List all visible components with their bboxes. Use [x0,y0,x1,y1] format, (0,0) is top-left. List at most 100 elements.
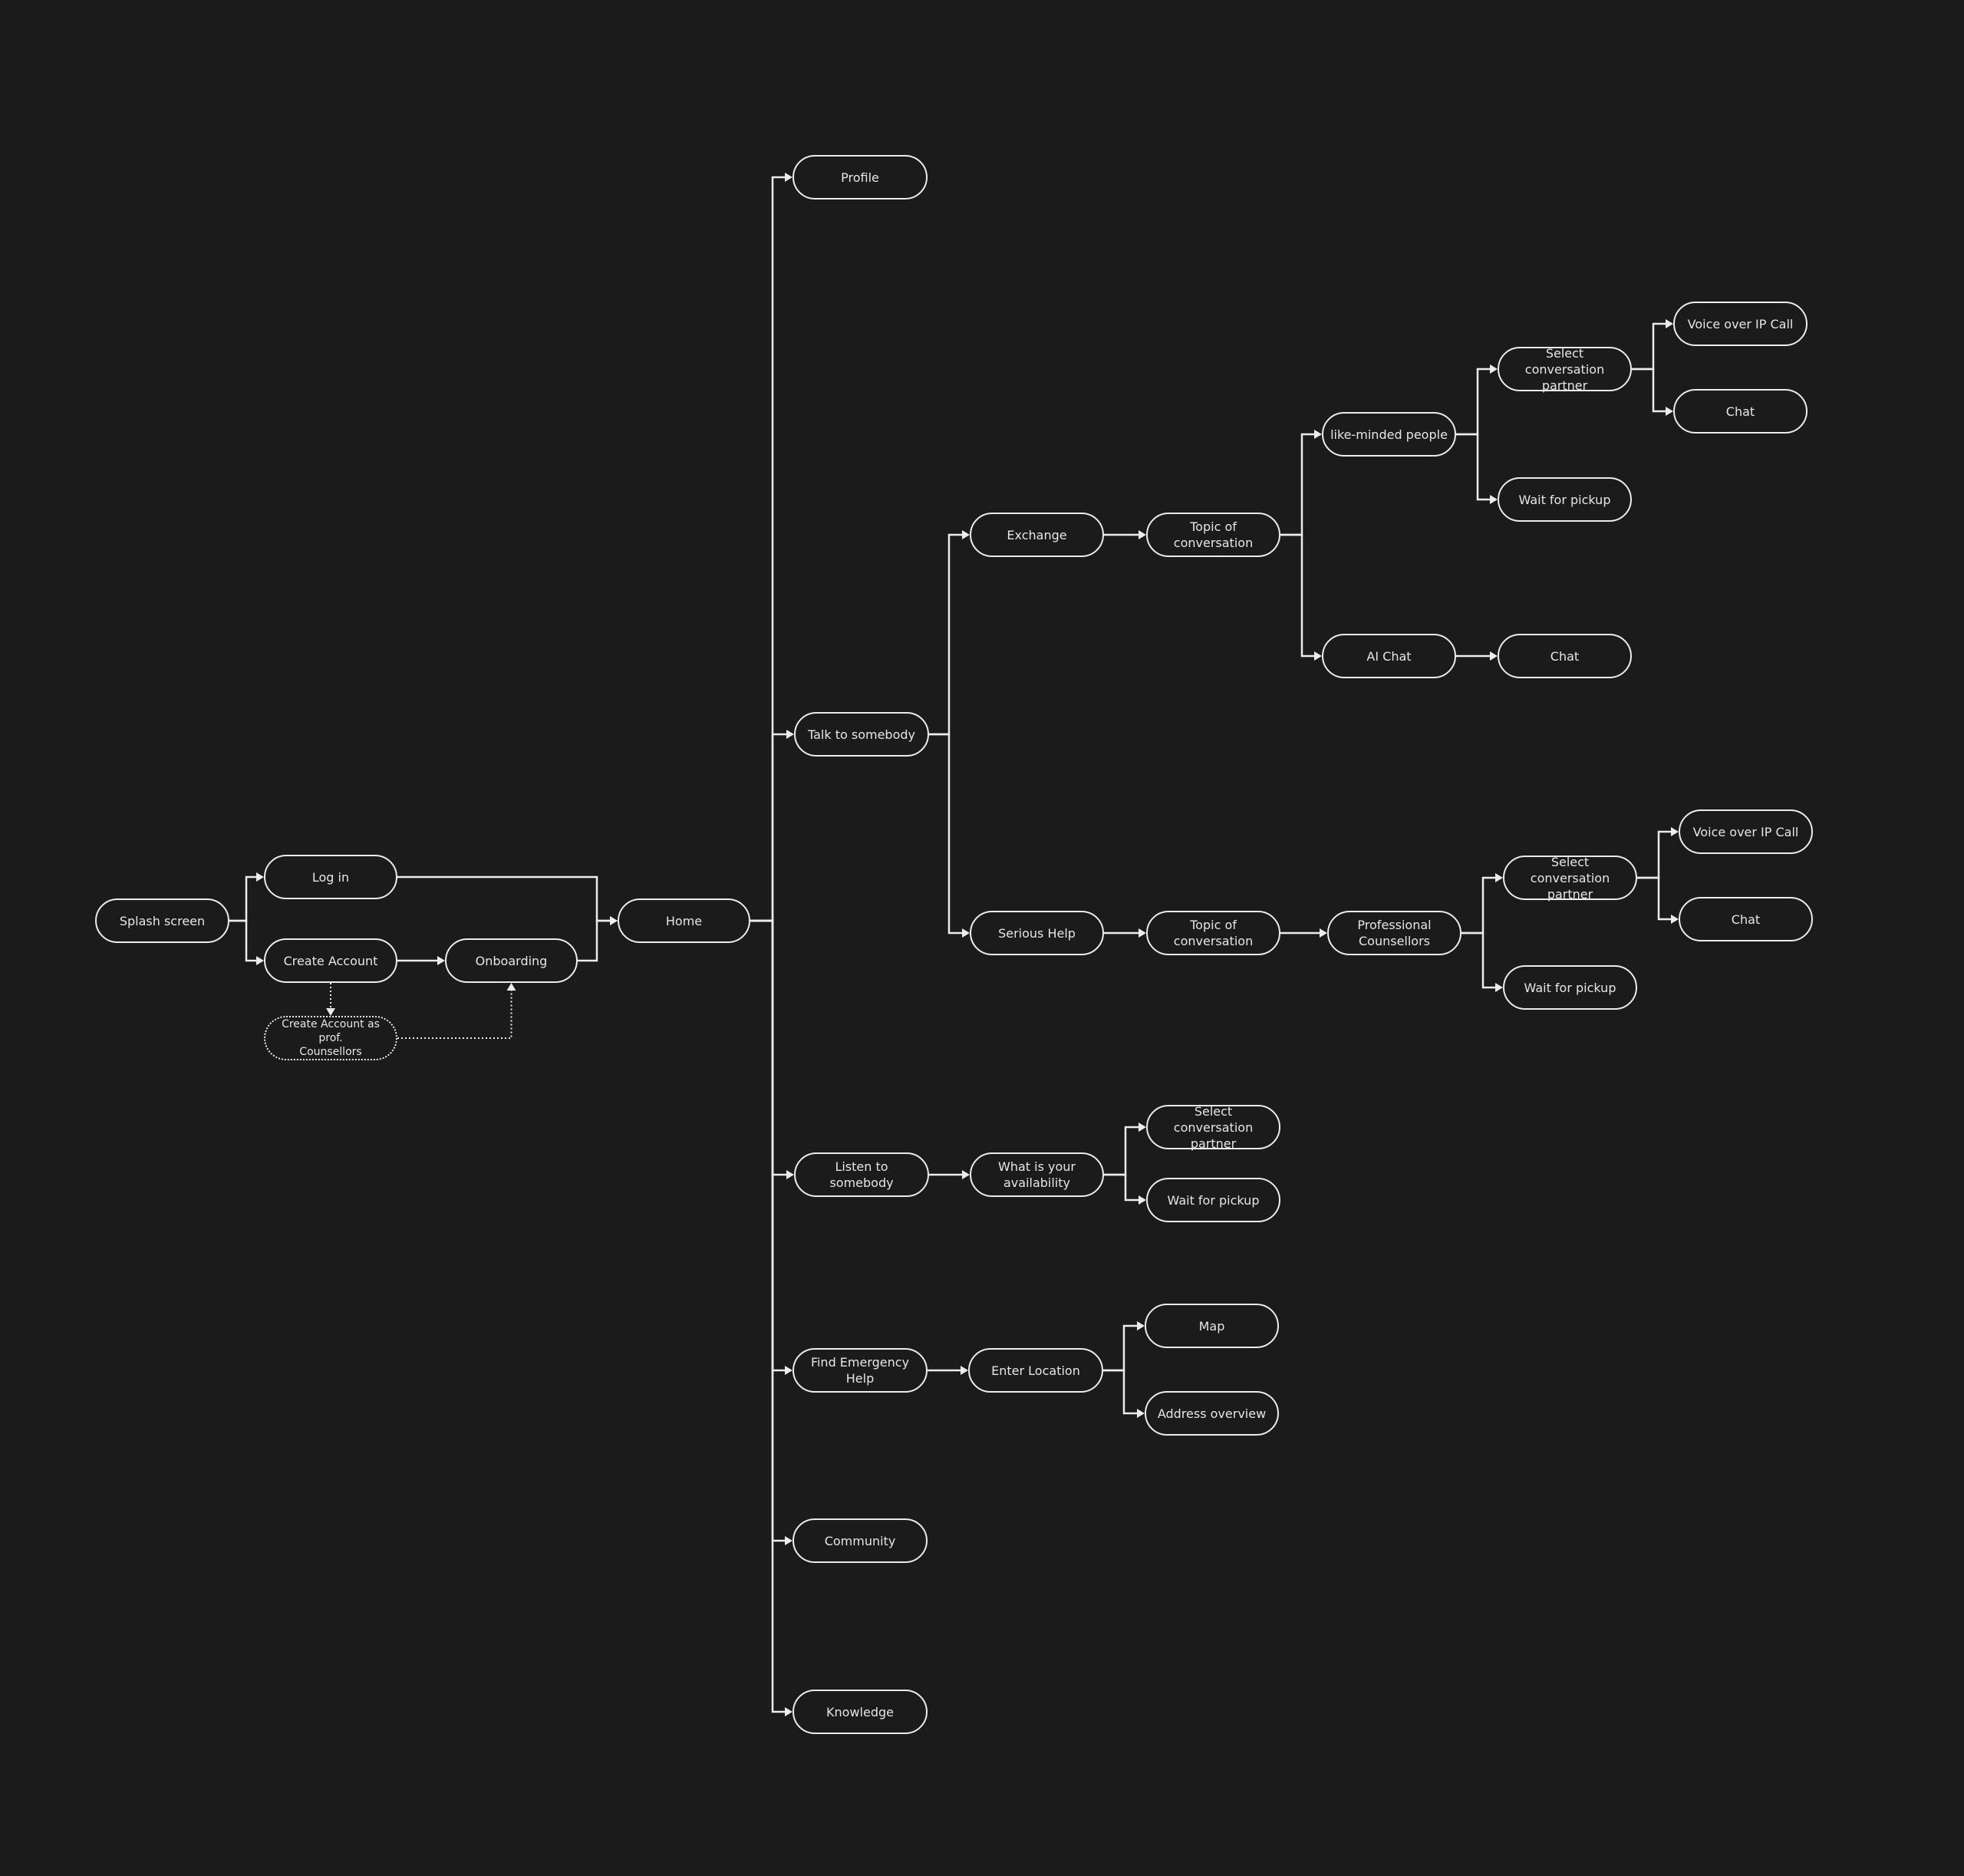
node-label: Talk to somebody [808,727,915,742]
node-label: Find Emergency Help [810,1355,910,1386]
node-label: Wait for pickup [1518,492,1611,507]
edge-pc-select-partner-to-pc-chat [1637,876,1677,921]
edge-like-minded-to-lm-wait-arrowhead [1490,495,1498,504]
node-label: Profile [841,170,879,185]
node-log-in[interactable]: Log in [264,855,397,899]
node-listen-select-partner[interactable]: Select conversation partner [1146,1103,1280,1151]
edge-exchange-topic-to-ai-chat [1280,533,1320,658]
node-label: Knowledge [826,1704,894,1719]
edge-onboarding-to-home-arrowhead [610,916,618,925]
node-ai-chat-chat[interactable]: Chat [1498,634,1632,678]
edge-lm-select-partner-to-lm-chat [1632,368,1672,413]
edge-create-account-prof-to-onboarding-arrowhead [506,983,516,991]
node-serious-help[interactable]: Serious Help [970,911,1104,955]
edge-talk-to-exchange [929,533,968,736]
node-professional-counsellors[interactable]: Professional Counsellors [1327,911,1461,955]
node-lm-chat[interactable]: Chat [1673,389,1807,434]
edge-home-to-talk-arrowhead [786,730,794,739]
edge-create-account-to-onboarding-arrowhead [437,956,445,965]
node-label: Wait for pickup [1167,1192,1260,1208]
node-label: Topic of conversation [1173,918,1254,948]
node-label: Chat [1731,912,1761,927]
node-label: Wait for pickup [1524,980,1616,995]
node-pc-chat[interactable]: Chat [1679,897,1813,941]
edge-emergency-to-enter-location-arrowhead [961,1366,968,1375]
node-label: Select conversation partner [1173,1103,1254,1151]
node-ai-chat[interactable]: AI Chat [1322,634,1456,678]
node-address-overview[interactable]: Address overview [1145,1391,1279,1436]
node-label: Exchange [1007,527,1067,542]
node-community[interactable]: Community [793,1518,928,1563]
edge-create-account-to-create-account-prof-arrowhead [326,1008,335,1016]
node-label: Chat [1725,404,1755,419]
edge-login-to-home [397,875,616,922]
node-availability[interactable]: What is your availability [970,1152,1104,1197]
edge-onboarding-to-home [578,919,616,962]
node-home[interactable]: Home [618,898,750,943]
edges-layer [229,173,1679,1716]
edge-enter-location-to-map [1103,1324,1143,1372]
node-label: Splash screen [119,913,206,928]
node-lm-voip-call[interactable]: Voice over IP Call [1673,302,1807,346]
edge-exchange-to-exchange-topic-arrowhead [1139,530,1146,539]
edge-pc-select-partner-to-pc-voip [1637,830,1677,879]
edge-splash-to-login [229,875,262,922]
node-map[interactable]: Map [1145,1304,1279,1348]
edge-pc-select-partner-to-pc-voip-arrowhead [1671,827,1679,836]
edge-prof-counsellors-to-pc-wait [1461,931,1501,989]
node-label: Serious Help [998,925,1076,941]
edge-home-to-listen-arrowhead [786,1170,794,1179]
node-pc-select-partner[interactable]: Select conversation partner [1503,854,1637,902]
edge-enter-location-to-map-arrowhead [1137,1321,1145,1330]
node-serious-topic[interactable]: Topic of conversation [1146,911,1280,955]
edge-like-minded-to-lm-select-partner [1456,368,1496,436]
node-exchange-topic[interactable]: Topic of conversation [1146,513,1280,557]
edge-like-minded-to-lm-select-partner-arrowhead [1490,364,1498,374]
node-label: Listen to somebody [829,1159,894,1190]
node-onboarding[interactable]: Onboarding [445,938,578,983]
node-knowledge[interactable]: Knowledge [793,1690,928,1734]
node-label: like-minded people [1330,427,1448,442]
node-pc-wait-for-pickup[interactable]: Wait for pickup [1503,965,1637,1010]
edge-lm-select-partner-to-lm-voip-arrowhead [1666,319,1673,328]
edge-prof-counsellors-to-pc-select-partner [1461,876,1501,935]
node-listen-wait-for-pickup[interactable]: Wait for pickup [1146,1178,1280,1222]
edge-availability-to-listen-wait-arrowhead [1139,1195,1146,1205]
node-enter-location[interactable]: Enter Location [968,1348,1103,1393]
edge-prof-counsellors-to-pc-select-partner-arrowhead [1495,873,1503,882]
node-like-minded-people[interactable]: like-minded people [1322,412,1456,457]
edge-lm-select-partner-to-lm-voip [1632,322,1672,371]
node-create-account-prof-counsellors[interactable]: Create Account as prof. Counsellors [264,1016,397,1060]
node-lm-select-partner[interactable]: Select conversation partner [1498,346,1632,393]
node-label: Create Account as prof. Counsellors [282,1018,380,1058]
node-label: Topic of conversation [1173,519,1254,550]
node-label: Map [1198,1318,1225,1334]
node-exchange[interactable]: Exchange [970,513,1104,557]
edge-home-to-community [750,919,791,1542]
edge-splash-to-create-account [229,919,262,962]
edge-home-to-profile-arrowhead [785,173,793,182]
node-label: Community [824,1533,896,1548]
node-splash-screen[interactable]: Splash screen [95,898,229,943]
node-listen-to-somebody[interactable]: Listen to somebody [794,1152,929,1197]
node-label: Voice over IP Call [1687,316,1794,331]
edge-home-to-profile [750,176,791,922]
node-pc-voip-call[interactable]: Voice over IP Call [1679,809,1813,854]
node-label: Log in [311,869,350,885]
node-label: Enter Location [991,1363,1080,1378]
node-profile[interactable]: Profile [793,155,928,199]
node-create-account[interactable]: Create Account [264,938,397,983]
edge-talk-to-serious-help [929,733,968,935]
node-lm-wait-for-pickup[interactable]: Wait for pickup [1498,477,1632,522]
edge-serious-topic-to-prof-counsellors-arrowhead [1320,928,1327,938]
edge-listen-to-availability-arrowhead [962,1170,970,1179]
edge-exchange-topic-to-like-minded-arrowhead [1314,430,1322,439]
node-talk-to-somebody[interactable]: Talk to somebody [794,712,929,757]
node-label: AI Chat [1366,648,1412,664]
edge-home-to-emergency-arrowhead [785,1366,793,1375]
edge-pc-select-partner-to-pc-chat-arrowhead [1671,915,1679,924]
node-label: Address overview [1157,1406,1267,1421]
node-label: Select conversation partner [1530,854,1610,902]
edge-prof-counsellors-to-pc-wait-arrowhead [1495,983,1503,992]
node-find-emergency-help[interactable]: Find Emergency Help [793,1348,928,1393]
